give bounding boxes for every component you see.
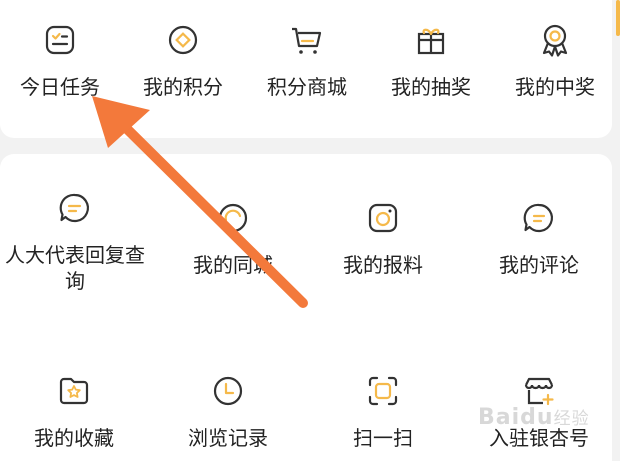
menu-item-browse-history[interactable]: 浏览记录: [178, 373, 278, 451]
menu-item-label: 我的报料: [343, 253, 423, 277]
menu-item-my-winnings[interactable]: 我的中奖: [505, 22, 605, 100]
shopping-cart-icon: [292, 27, 322, 54]
menu-item-label: 我的中奖: [515, 75, 595, 99]
clock-icon: [213, 376, 243, 406]
menu-item-label: 积分商城: [267, 75, 347, 99]
menu-item-my-reports[interactable]: 我的报料: [333, 200, 433, 278]
menu-item-label: 我的积分: [143, 75, 223, 99]
star-folder-icon: [59, 377, 89, 405]
menu-item-deputy-reply-query[interactable]: 人大代表回复查询: [0, 190, 150, 294]
menu-item-label: 我的抽奖: [391, 75, 471, 99]
scan-icon: [368, 376, 398, 406]
menu-item-label: 我的收藏: [34, 426, 114, 450]
chat-bubble-icon: [59, 193, 89, 223]
gift-icon: [417, 28, 445, 55]
checklist-icon: [45, 25, 75, 55]
menu-item-label: 浏览记录: [188, 426, 268, 450]
menu-item-my-favorites[interactable]: 我的收藏: [24, 373, 124, 451]
menu-item-label: 我的同城: [193, 253, 273, 277]
menu-item-my-points[interactable]: 我的积分: [133, 22, 233, 100]
menu-item-my-city[interactable]: 我的同城: [178, 200, 288, 278]
watermark-sub: 经验: [553, 409, 590, 429]
camera-icon: [368, 203, 398, 233]
menu-item-my-comments[interactable]: 我的评论: [489, 200, 589, 278]
award-medal-icon: [542, 24, 568, 57]
menu-item-label: 人大代表回复查询: [5, 243, 145, 293]
menu-item-label: 今日任务: [20, 75, 100, 99]
menu-item-label: 我的评论: [499, 253, 579, 277]
scrollbar-thumb[interactable]: [616, 0, 620, 36]
menu-item-points-mall[interactable]: 积分商城: [257, 22, 357, 100]
menu-item-scan[interactable]: 扫一扫: [333, 373, 433, 451]
menu-item-today-tasks[interactable]: 今日任务: [10, 22, 110, 100]
comment-icon: [523, 203, 553, 233]
menu-item-label: 扫一扫: [353, 426, 413, 450]
coin-icon: [168, 25, 198, 55]
menu-item-my-lottery[interactable]: 我的抽奖: [381, 22, 481, 100]
location-circle-icon: [218, 203, 248, 233]
baidu-watermark: Baidu经验: [478, 404, 590, 430]
watermark-brand: Baidu: [478, 405, 554, 430]
